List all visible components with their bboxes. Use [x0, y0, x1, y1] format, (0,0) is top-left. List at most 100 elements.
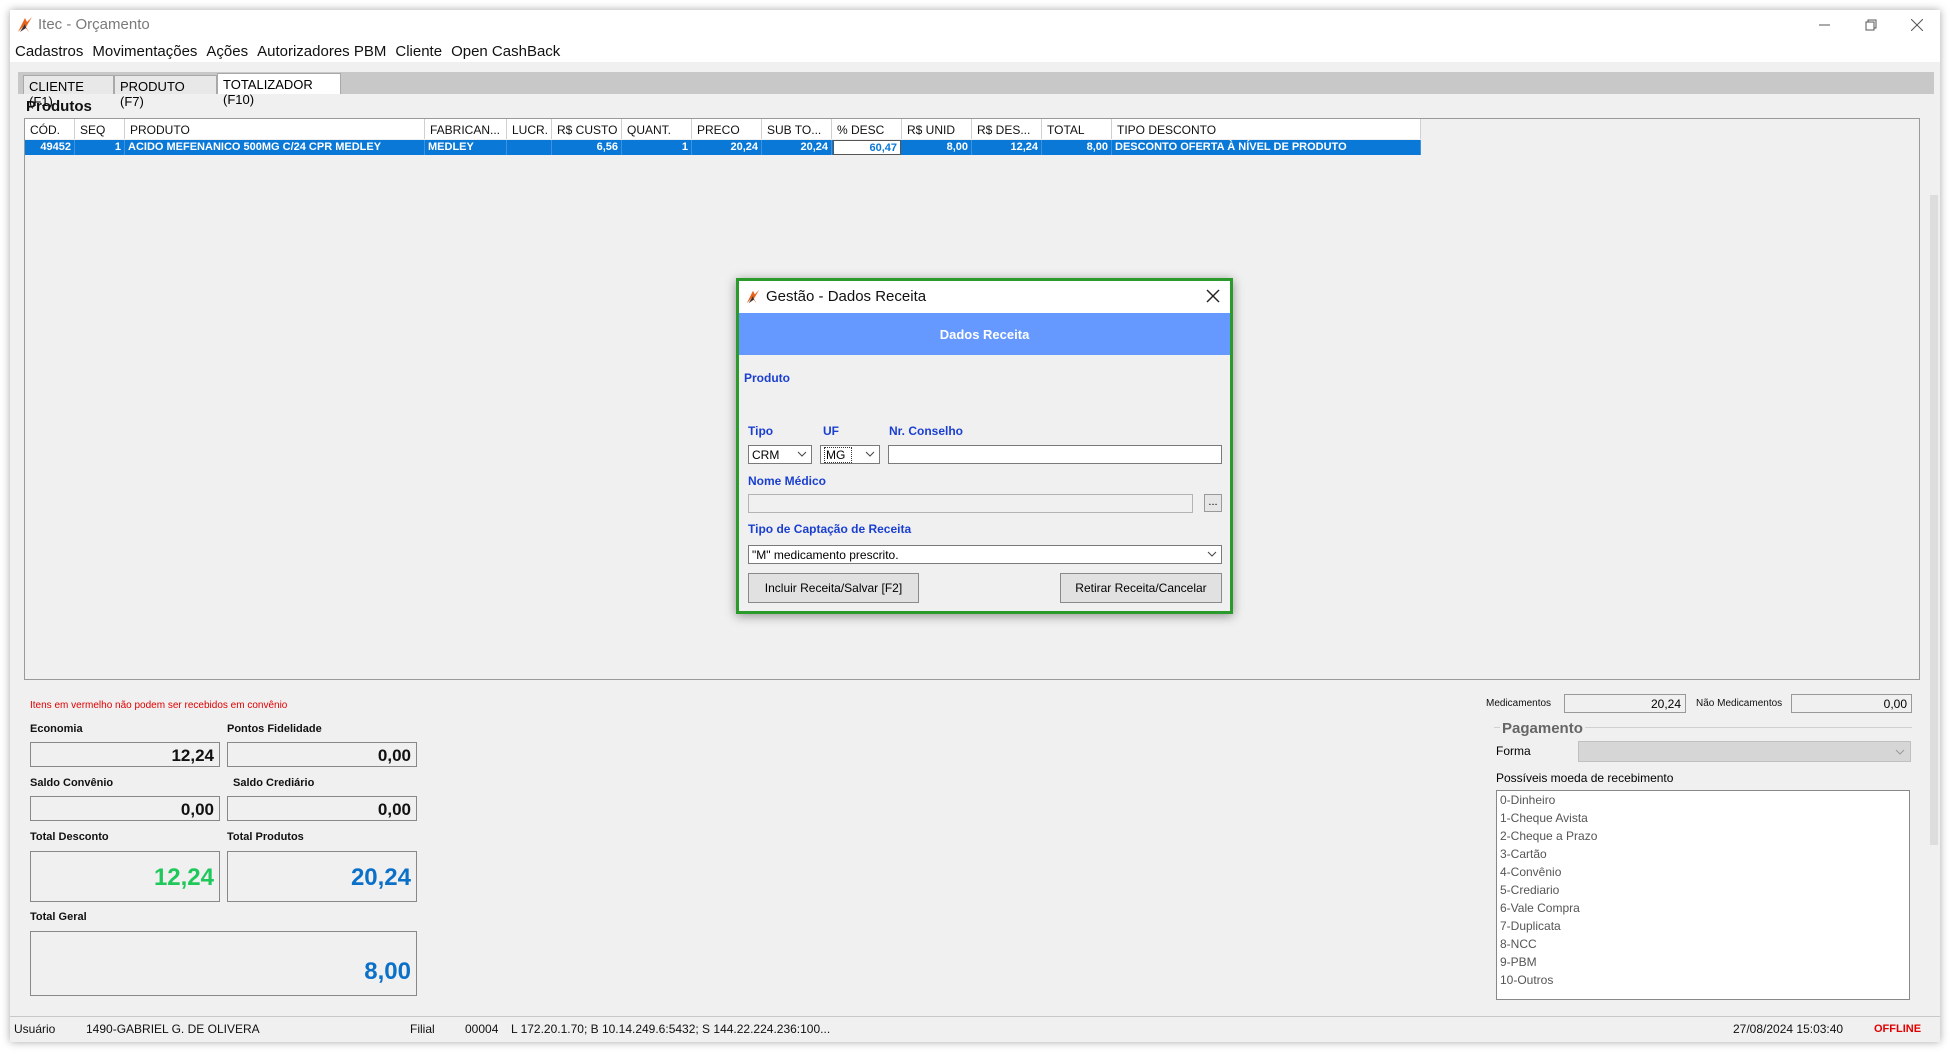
grid-header: CÓD. SEQ PRODUTO FABRICAN... LUCR. R$ CU…	[25, 119, 1421, 139]
col-total[interactable]: TOTAL	[1042, 119, 1112, 139]
uf-label: UF	[823, 424, 839, 438]
col-custo[interactable]: R$ CUSTO	[552, 119, 622, 139]
medicamentos-value: 20,24	[1564, 694, 1686, 713]
tab-totalizador[interactable]: TOTALIZADOR (F10)	[217, 73, 341, 107]
menu-bar: Cadastros Movimentações Ações Autorizado…	[10, 40, 1940, 62]
dialog-title-bar: Gestão - Dados Receita	[739, 281, 1230, 313]
filial-label: Filial	[410, 1022, 435, 1036]
cell-desc-pct-editor[interactable]: 60,47	[833, 140, 901, 155]
cell-unid: 8,00	[902, 140, 972, 155]
menu-cliente[interactable]: Cliente	[390, 40, 446, 62]
cell-custo: 6,56	[552, 140, 622, 155]
total-desconto-label: Total Desconto	[30, 831, 109, 843]
col-fabricante[interactable]: FABRICAN...	[425, 119, 507, 139]
cell-desconto: 12,24	[972, 140, 1042, 155]
list-item[interactable]: 1-Cheque Avista	[1497, 809, 1909, 827]
economia-label: Economia	[30, 723, 83, 735]
products-title: Produtos	[26, 98, 92, 115]
col-subtotal[interactable]: SUB TO...	[762, 119, 832, 139]
filial-value: 00004	[465, 1022, 499, 1036]
col-preco[interactable]: PRECO	[692, 119, 762, 139]
col-desc-pct[interactable]: % DESC	[832, 119, 902, 139]
restore-button[interactable]	[1848, 10, 1894, 40]
chevron-down-icon	[797, 451, 807, 457]
dialog-close-button[interactable]	[1206, 287, 1220, 308]
moedas-list[interactable]: 0-Dinheiro 1-Cheque Avista 2-Cheque a Pr…	[1496, 790, 1910, 1000]
table-row[interactable]: 49452 1 ACIDO MEFENANICO 500MG C/24 CPR …	[25, 140, 1421, 155]
nao-medicamentos-label: Não Medicamentos	[1696, 698, 1783, 709]
tab-cliente[interactable]: CLIENTE (F1)	[23, 75, 114, 109]
list-item[interactable]: 8-NCC	[1497, 935, 1909, 953]
list-item[interactable]: 10-Outros	[1497, 971, 1909, 989]
chevron-down-icon	[1207, 551, 1217, 557]
usuario-label: Usuário	[14, 1022, 56, 1036]
minimize-icon	[1819, 24, 1830, 26]
cancel-receita-button[interactable]: Retirar Receita/Cancelar	[1060, 573, 1222, 603]
app-logo-icon	[746, 289, 760, 304]
cell-preco: 20,24	[692, 140, 762, 155]
list-item[interactable]: 4-Convênio	[1497, 863, 1909, 881]
conselho-label: Nr. Conselho	[889, 424, 964, 438]
pontos-value: 0,00	[227, 742, 417, 767]
menu-movimentacoes[interactable]: Movimentações	[87, 40, 201, 62]
col-tipo-desconto[interactable]: TIPO DESCONTO	[1112, 119, 1421, 139]
menu-acoes[interactable]: Ações	[201, 40, 252, 62]
forma-select[interactable]	[1578, 741, 1911, 762]
tipo-label: Tipo	[748, 424, 774, 438]
total-geral-value: 8,00	[30, 931, 417, 996]
col-lucro[interactable]: LUCR.	[507, 119, 552, 139]
minimize-button[interactable]	[1802, 10, 1848, 40]
cell-seq: 1	[75, 140, 125, 155]
tipo-select[interactable]: CRM	[748, 445, 812, 464]
uf-select[interactable]: MG	[820, 445, 880, 464]
conselho-input[interactable]	[888, 445, 1222, 464]
list-item[interactable]: 3-Cartão	[1497, 845, 1909, 863]
list-item[interactable]: 6-Vale Compra	[1497, 899, 1909, 917]
menu-open-cashback[interactable]: Open CashBack	[446, 40, 564, 62]
cell-quant: 1	[622, 140, 692, 155]
total-desconto-value: 12,24	[30, 851, 220, 902]
connection-info: L 172.20.1.70; B 10.14.249.6:5432; S 144…	[511, 1022, 831, 1036]
dados-receita-dialog: Gestão - Dados Receita Dados Receita Pro…	[736, 278, 1233, 614]
pagamento-title: Pagamento	[1500, 720, 1585, 737]
medico-input[interactable]	[748, 494, 1193, 513]
save-receita-button[interactable]: Incluir Receita/Salvar [F2]	[748, 573, 919, 603]
list-item[interactable]: 7-Duplicata	[1497, 917, 1909, 935]
col-produto[interactable]: PRODUTO	[125, 119, 425, 139]
crediario-value: 0,00	[227, 796, 417, 821]
list-item[interactable]: 5-Crediario	[1497, 881, 1909, 899]
col-quant[interactable]: QUANT.	[622, 119, 692, 139]
list-item[interactable]: 0-Dinheiro	[1497, 791, 1909, 809]
col-desconto[interactable]: R$ DES...	[972, 119, 1042, 139]
col-seq[interactable]: SEQ	[75, 119, 125, 139]
pontos-label: Pontos Fidelidade	[227, 723, 322, 735]
menu-cadastros[interactable]: Cadastros	[10, 40, 87, 62]
close-button[interactable]	[1894, 10, 1940, 40]
cell-lucro	[507, 140, 552, 155]
list-item[interactable]: 2-Cheque a Prazo	[1497, 827, 1909, 845]
datetime: 27/08/2024 15:03:40	[1733, 1022, 1844, 1036]
restore-icon	[1865, 19, 1877, 31]
chevron-down-icon	[865, 451, 875, 457]
forma-label: Forma	[1496, 744, 1531, 758]
col-cod[interactable]: CÓD.	[25, 119, 75, 139]
menu-autorizadores-pbm[interactable]: Autorizadores PBM	[252, 40, 390, 62]
list-item[interactable]: 9-PBM	[1497, 953, 1909, 971]
moedas-label: Possíveis moeda de recebimento	[1496, 771, 1674, 785]
convenio-label: Saldo Convênio	[30, 777, 114, 789]
col-unid[interactable]: R$ UNID	[902, 119, 972, 139]
cell-subtotal: 20,24	[762, 140, 832, 155]
offline-badge: OFFLINE	[1874, 1023, 1922, 1035]
vertical-scrollbar[interactable]	[1930, 195, 1938, 845]
dialog-title: Gestão - Dados Receita	[766, 288, 927, 305]
tab-produto[interactable]: PRODUTO (F7)	[114, 75, 217, 109]
dialog-banner: Dados Receita	[739, 313, 1230, 355]
cell-cod: 49452	[25, 140, 75, 155]
tab-strip: CLIENTE (F1) PRODUTO (F7) TOTALIZADOR (F…	[18, 72, 1934, 109]
economia-value: 12,24	[30, 742, 220, 767]
cell-produto: ACIDO MEFENANICO 500MG C/24 CPR MEDLEY	[125, 140, 425, 155]
captacao-value: "M" medicamento prescrito.	[752, 548, 899, 562]
total-produtos-label: Total Produtos	[227, 831, 304, 843]
medico-lookup-button[interactable]: ...	[1204, 494, 1222, 512]
captacao-select[interactable]: "M" medicamento prescrito.	[748, 545, 1222, 564]
